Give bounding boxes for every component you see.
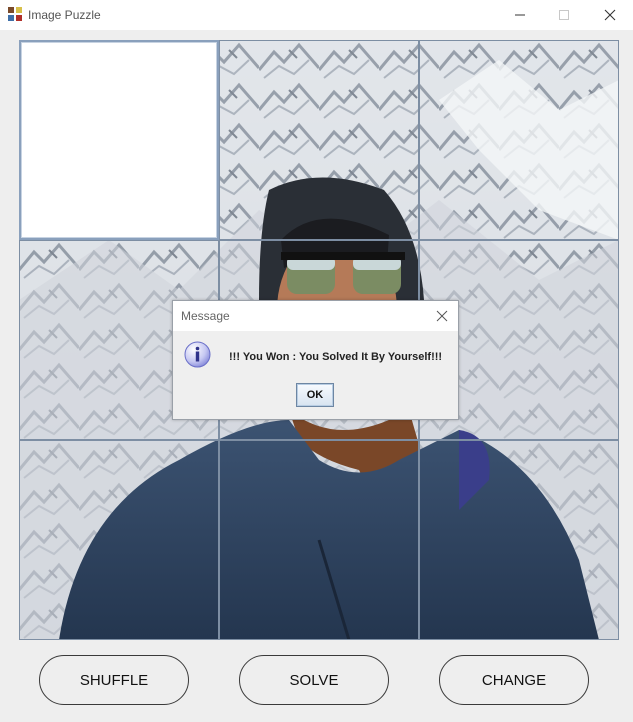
puzzle-tile[interactable] — [419, 440, 619, 640]
puzzle-tile[interactable] — [19, 440, 219, 640]
dialog-title: Message — [181, 309, 230, 323]
minimize-button[interactable] — [497, 0, 543, 30]
close-icon — [436, 310, 448, 322]
puzzle-tile-blank[interactable] — [19, 40, 219, 240]
info-icon — [184, 341, 211, 368]
message-dialog: Message !!! You Won: You Solved It By Y… — [172, 300, 459, 420]
solve-button[interactable]: SOLVE — [239, 655, 389, 705]
maximize-icon — [559, 10, 569, 20]
maximize-button[interactable] — [541, 0, 587, 30]
close-button[interactable] — [587, 0, 633, 30]
puzzle-tile[interactable] — [219, 440, 419, 640]
puzzle-app-icon — [7, 6, 23, 22]
ok-button[interactable]: OK — [296, 383, 334, 407]
title-bar: Image Puzzle — [0, 0, 633, 30]
puzzle-tile[interactable] — [419, 40, 619, 240]
puzzle-window: Image Puzzle SHUFFLE SOLVE CHANGE Messag… — [0, 0, 633, 722]
puzzle-tile[interactable] — [219, 40, 419, 240]
minimize-icon — [515, 14, 525, 16]
close-icon — [604, 9, 616, 21]
window-title: Image Puzzle — [28, 8, 101, 22]
dialog-message: !!! You Won : You Solved It By Yourself!… — [229, 351, 443, 363]
dialog-title-bar: Message — [173, 301, 458, 331]
change-button[interactable]: CHANGE — [439, 655, 589, 705]
shuffle-button[interactable]: SHUFFLE — [39, 655, 189, 705]
dialog-close-button[interactable] — [432, 306, 452, 326]
